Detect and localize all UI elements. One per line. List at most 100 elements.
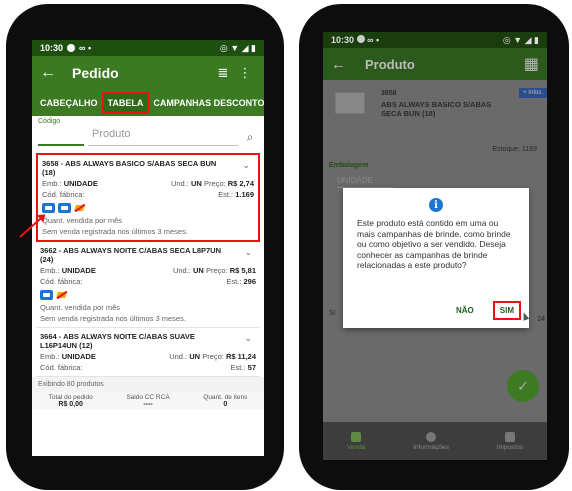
und-label: Und.: <box>169 352 188 361</box>
calculator-icon[interactable]: ▦ <box>524 54 539 74</box>
no-button[interactable]: NÃO <box>451 303 479 318</box>
product-name: 3664 - ABS ALWAYS NOITE C/ABAS SUAVE L16… <box>40 332 195 350</box>
und-label: Und.: <box>170 179 189 188</box>
footer-label: Saldo CC RCA <box>126 394 170 401</box>
side-text-right: 24 <box>537 316 545 323</box>
est-value: 57 <box>247 363 256 372</box>
footer-value: ---- <box>143 401 153 408</box>
product-card-3664[interactable]: 3664 - ABS ALWAYS NOITE C/ABAS SUAVE L16… <box>36 328 260 377</box>
footer-value: R$ 0,00 <box>58 401 83 408</box>
no-discount-tag-icon <box>74 203 86 213</box>
embalagem-select[interactable]: UNIDADE <box>337 176 393 188</box>
status-extra: ∞ • <box>367 35 380 45</box>
product-name: 3658 - ABS ALWAYS BASICO S/ABAS SECA BUN… <box>42 159 217 177</box>
est-value: 1.169 <box>235 190 254 199</box>
product-name: ABS ALWAYS BASICO S/ABAS SECA BUN (18) <box>381 100 492 118</box>
info-icon: i <box>429 198 443 212</box>
est-label: Est.: <box>226 277 242 286</box>
qty-per-month: Quant. vendida por mês <box>40 303 121 312</box>
campaign-icon <box>40 289 53 300</box>
cart-icon <box>351 431 362 442</box>
und-label: Und.: <box>172 266 191 275</box>
und-value: UN <box>193 266 204 275</box>
app-bar: ← Pedido ≣ ⋮ <box>32 56 264 90</box>
more-infos-button[interactable]: + Infos. <box>519 88 547 98</box>
bank-icon <box>504 431 515 442</box>
code-input[interactable] <box>38 128 84 146</box>
nav-label: Informações <box>413 443 449 451</box>
chevron-down-icon[interactable]: ⌄ <box>244 247 252 258</box>
search-area: Código Produto ⌕ <box>32 116 264 149</box>
back-arrow-icon[interactable]: ← <box>40 64 62 82</box>
product-card-3658[interactable]: 3658 - ABS ALWAYS BASICO S/ABAS SECA BUN… <box>36 153 260 242</box>
embalagem-label: Embalagem <box>329 162 369 169</box>
emb-label: Emb.: <box>40 352 60 361</box>
app-bar: ← Produto ▦ <box>323 48 547 80</box>
footer-value: 0 <box>223 401 228 408</box>
order-footer: Total do pedido R$ 0,00 Saldo CC RCA ---- … <box>32 392 264 410</box>
product-code: 3658 <box>381 90 397 97</box>
back-arrow-icon[interactable]: ← <box>331 56 353 73</box>
status-extra: ∞ • <box>79 43 92 53</box>
status-bar: 10:30 ∞ • ◎ ▼ ◢ ▮ <box>323 32 547 48</box>
info-icon <box>426 431 437 442</box>
phone-right: 10:30 ∞ • ◎ ▼ ◢ ▮ ← Produto ▦ + Infos. 3… <box>299 4 569 490</box>
filter-icon[interactable]: ≣ <box>212 65 234 81</box>
no-sales-note: Sem venda registrada nos últimos 3 meses… <box>42 227 188 236</box>
cod-fabrica-label: Cód. fábrica: <box>40 363 83 372</box>
nav-informacoes[interactable]: Informações <box>413 431 449 451</box>
price-value: R$ 11,24 <box>225 352 256 361</box>
emb-value: UNIDADE <box>61 352 96 361</box>
code-label: Código <box>38 118 61 125</box>
cod-fabrica-label: Cód. fábrica: <box>40 277 83 286</box>
emb-label: Emb.: <box>42 179 62 188</box>
qty-per-month: Quant. vendida por mês <box>42 216 123 225</box>
price-value: R$ 5,81 <box>229 266 256 275</box>
chevron-down-icon[interactable]: ⌄ <box>244 333 252 344</box>
pedido-screen: 10:30 ∞ • ◎ ▼ ◢ ▮ ← Pedido ≣ ⋮ CABEÇALHO … <box>32 40 264 456</box>
confirm-fab-button[interactable]: ✓ <box>507 370 539 402</box>
signal-battery-icons: ◎ ▼ ◢ ▮ <box>502 34 539 45</box>
product-card-3662[interactable]: 3662 - ABS ALWAYS NOITE C/ABAS SECA L8P7… <box>36 242 260 328</box>
tabs-bar: CABEÇALHO TABELA CAMPANHAS DESCONTO <box>32 90 264 116</box>
footer-total: Total do pedido R$ 0,00 <box>32 394 109 408</box>
status-bar: 10:30 ∞ • ◎ ▼ ◢ ▮ <box>32 40 264 56</box>
clock: 10:30 <box>40 43 64 53</box>
campaign-icon <box>58 202 71 213</box>
emb-value: UNIDADE <box>63 179 98 188</box>
footer-qty: Quant. de itens 0 <box>187 394 264 408</box>
tab-cabecalho[interactable]: CABEÇALHO <box>36 92 102 114</box>
produto-screen: 10:30 ∞ • ◎ ▼ ◢ ▮ ← Produto ▦ + Infos. 3… <box>323 32 547 460</box>
notification-dot-icon <box>67 44 76 52</box>
gift-campaign-icon <box>42 202 55 213</box>
emb-label: Emb.: <box>40 266 60 275</box>
no-sales-note: Sem venda registrada nos últimos 3 meses… <box>40 314 186 323</box>
price-label: Preço: <box>202 352 224 361</box>
footer-saldo: Saldo CC RCA ---- <box>109 394 186 408</box>
search-icon[interactable]: ⌕ <box>242 130 258 145</box>
product-search-input[interactable]: Produto <box>88 128 238 146</box>
stock-value: Estoque: 1169 <box>492 146 537 153</box>
side-text-left: Si <box>329 310 336 317</box>
und-value: UN <box>189 352 201 361</box>
footer-label: Quant. de itens <box>203 394 248 401</box>
signal-battery-icons: ◎ ▼ ◢ ▮ <box>219 42 256 53</box>
product-name: 3662 - ABS ALWAYS NOITE C/ABAS SECA L8P7… <box>40 246 222 264</box>
more-menu-icon[interactable]: ⋮ <box>234 65 256 81</box>
notification-dot-icon <box>356 35 365 43</box>
tab-tabela[interactable]: TABELA <box>101 92 150 114</box>
campaign-dialog: i Este produto está contido em uma ou ma… <box>343 188 529 328</box>
yes-button[interactable]: SIM <box>492 301 521 320</box>
est-value: 296 <box>243 277 256 286</box>
est-label: Est.: <box>230 363 246 372</box>
chevron-down-icon[interactable]: ⌄ <box>242 160 250 171</box>
price-label: Preço: <box>205 266 228 275</box>
no-discount-tag-icon <box>56 290 68 300</box>
price-label: Preço: <box>203 179 226 188</box>
price-value: R$ 2,74 <box>227 179 254 188</box>
nav-impostos[interactable]: Impostos <box>497 431 523 451</box>
clock: 10:30 <box>331 35 355 45</box>
nav-venda[interactable]: Venda <box>346 431 366 451</box>
nav-label: Venda <box>346 443 366 451</box>
tab-campanhas-desconto[interactable]: CAMPANHAS DESCONTO <box>149 92 264 114</box>
